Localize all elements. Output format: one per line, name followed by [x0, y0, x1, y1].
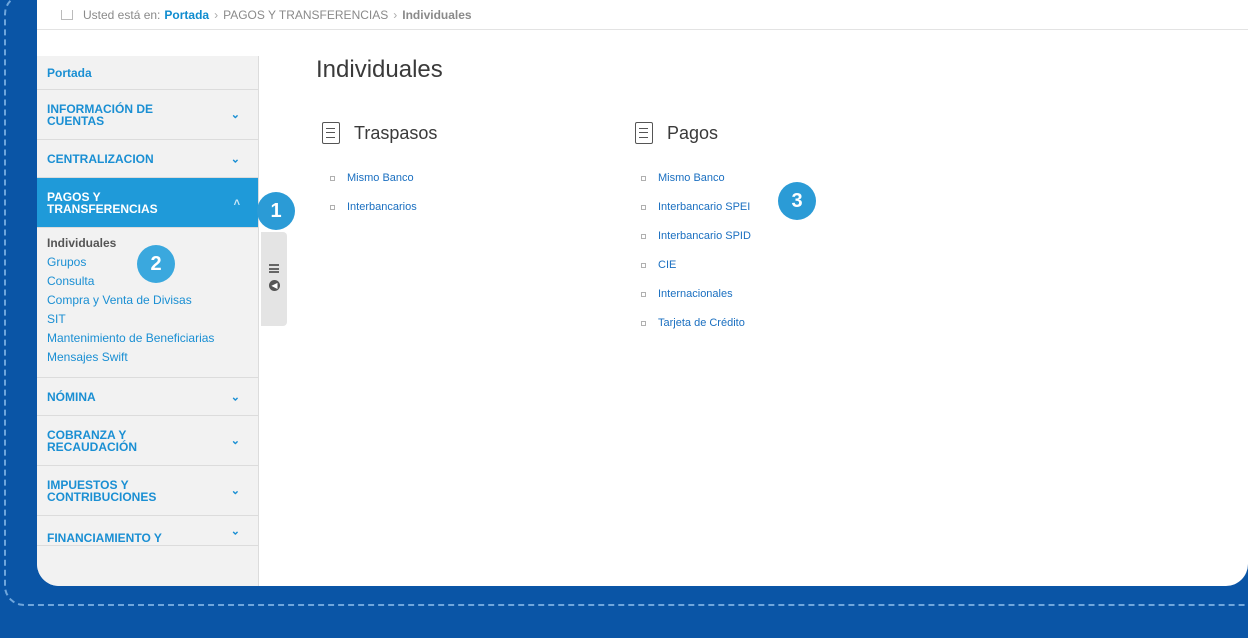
link-pago-interbancario-spid[interactable]: Interbancario SPID — [641, 222, 751, 251]
submenu-item-mantenimiento-beneficiarias[interactable]: Mantenimiento de Beneficiarias — [47, 329, 258, 348]
bullet-icon — [641, 263, 646, 268]
step-badge-3: 3 — [778, 182, 816, 220]
home-icon — [61, 9, 73, 20]
step-badge-2: 2 — [137, 245, 175, 283]
sidebar-item-informacion-cuentas[interactable]: INFORMACIÓN DE CUENTAS ⌄ — [37, 90, 258, 140]
page-title: Individuales — [316, 56, 443, 83]
sidebar-item-centralizacion[interactable]: CENTRALIZACION ⌄ — [37, 140, 258, 178]
link-traspaso-mismo-banco[interactable]: Mismo Banco — [330, 164, 417, 193]
sidebar-item-label: COBRANZA Y RECAUDACIÓN — [47, 427, 137, 454]
section-heading-pagos: Pagos — [635, 122, 718, 144]
bullet-icon — [641, 321, 646, 326]
link-pago-cie[interactable]: CIE — [641, 251, 751, 280]
breadcrumb-home-link[interactable]: Portada — [164, 8, 209, 22]
breadcrumb-section[interactable]: PAGOS Y TRANSFERENCIAS — [223, 8, 388, 22]
menu-icon — [269, 264, 279, 273]
traspasos-link-list: Mismo Banco Interbancarios — [330, 164, 417, 222]
bullet-icon — [330, 205, 335, 210]
sidebar-item-impuestos-contribuciones[interactable]: IMPUESTOS Y CONTRIBUCIONES ⌄ — [37, 466, 258, 516]
breadcrumb-prefix: Usted está en: — [83, 7, 161, 22]
sidebar-collapse-handle[interactable]: ◀ — [261, 232, 287, 326]
chevron-up-icon: ˄ — [233, 196, 240, 209]
bullet-icon — [641, 176, 646, 181]
sidebar-item-label: Portada — [47, 65, 92, 80]
pagos-link-list: Mismo Banco Interbancario SPEI Interbanc… — [641, 164, 751, 338]
chevron-down-icon: ⌄ — [230, 391, 240, 403]
bullet-icon — [641, 292, 646, 297]
sidebar-item-label: CENTRALIZACION — [47, 151, 154, 166]
sidebar: Portada INFORMACIÓN DE CUENTAS ⌄ CENTRALI… — [37, 56, 259, 586]
sidebar-item-label: PAGOS Y TRANSFERENCIAS — [47, 189, 158, 216]
chevron-down-icon: ⌄ — [230, 434, 240, 447]
collapse-arrow-icon: ◀ — [269, 280, 280, 291]
link-pago-interbancario-spei[interactable]: Interbancario SPEI — [641, 193, 751, 222]
bullet-icon — [330, 176, 335, 181]
document-icon — [322, 122, 340, 144]
breadcrumb-current: Individuales — [402, 7, 472, 22]
sidebar-item-portada[interactable]: Portada — [37, 56, 258, 90]
sidebar-item-nomina[interactable]: NÓMINA ⌄ — [37, 378, 258, 416]
breadcrumb-separator-icon: › — [393, 7, 398, 22]
chevron-down-icon: ⌄ — [230, 153, 240, 165]
bullet-icon — [641, 205, 646, 210]
chevron-down-icon: ⌄ — [230, 108, 240, 121]
breadcrumb-separator-icon: › — [214, 7, 219, 22]
link-pago-tarjeta-credito[interactable]: Tarjeta de Crédito — [641, 309, 751, 338]
sidebar-item-financiamiento[interactable]: FINANCIAMIENTO Y ⌄ — [37, 516, 258, 546]
submenu-item-compra-venta-divisas[interactable]: Compra y Venta de Divisas — [47, 291, 258, 310]
sidebar-item-cobranza-recaudacion[interactable]: COBRANZA Y RECAUDACIÓN ⌄ — [37, 416, 258, 466]
link-pago-mismo-banco[interactable]: Mismo Banco — [641, 164, 751, 193]
document-icon — [635, 122, 653, 144]
link-pago-internacionales[interactable]: Internacionales — [641, 280, 751, 309]
sidebar-item-label: FINANCIAMIENTO Y — [47, 531, 162, 545]
breadcrumb: Usted está en: Portada › PAGOS Y TRANSFE… — [37, 0, 1248, 30]
step-badge-1: 1 — [257, 192, 295, 230]
submenu-item-sit[interactable]: SIT — [47, 310, 258, 329]
section-heading-traspasos: Traspasos — [322, 122, 437, 144]
sidebar-item-pagos-transferencias[interactable]: PAGOS Y TRANSFERENCIAS ˄ — [37, 178, 258, 228]
sidebar-item-label: INFORMACIÓN DE CUENTAS — [47, 101, 153, 128]
sidebar-item-label: IMPUESTOS Y CONTRIBUCIONES — [47, 477, 157, 504]
sidebar-item-label: NÓMINA — [47, 389, 96, 404]
link-traspaso-interbancarios[interactable]: Interbancarios — [330, 193, 417, 222]
chevron-down-icon: ⌄ — [230, 484, 240, 497]
bullet-icon — [641, 234, 646, 239]
app-window: Usted está en: Portada › PAGOS Y TRANSFE… — [37, 0, 1248, 586]
submenu-item-mensajes-swift[interactable]: Mensajes Swift — [47, 348, 258, 367]
chevron-down-icon: ⌄ — [230, 525, 240, 537]
